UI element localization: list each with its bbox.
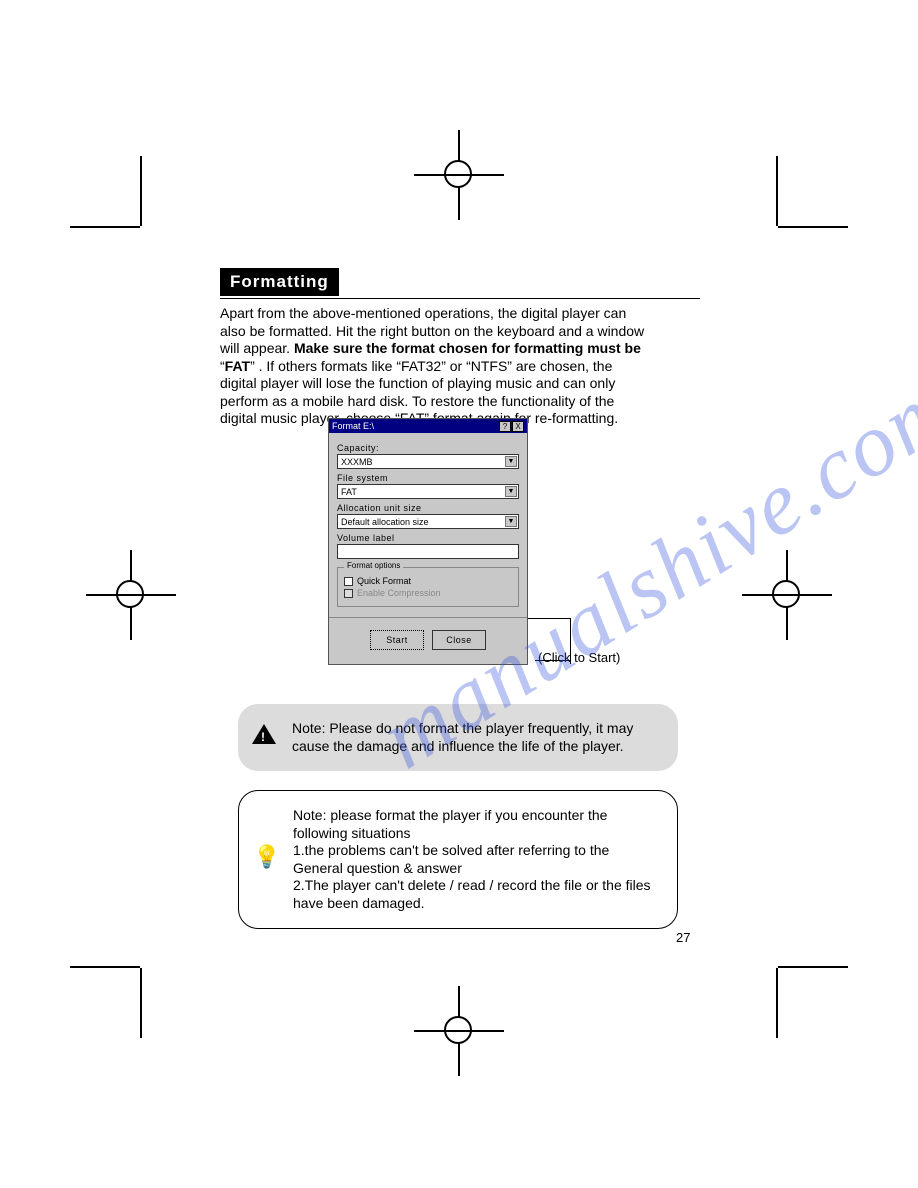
chevron-down-icon: ▼ <box>505 456 517 467</box>
dialog-body: Capacity: XXXMB ▼ File system FAT ▼ Allo… <box>329 433 527 664</box>
quick-format-row: Quick Format <box>344 576 512 586</box>
tip-note-box: 💡 Note: please format the player if you … <box>238 790 678 929</box>
dialog-title: Format E:\ <box>332 421 374 431</box>
enable-compression-checkbox <box>344 589 353 598</box>
allocation-value: Default allocation size <box>341 517 429 527</box>
enable-compression-label: Enable Compression <box>357 588 441 598</box>
capacity-label: Capacity: <box>337 443 519 453</box>
format-dialog: Format E:\ ? X Capacity: XXXMB ▼ File sy… <box>328 418 528 665</box>
tip-text-line: 2.The player can't delete / read / recor… <box>293 877 651 911</box>
warning-text: Note: Please do not format the player fr… <box>292 720 633 754</box>
titlebar-buttons: ? X <box>498 421 524 432</box>
dialog-button-row: Start Close <box>329 617 527 664</box>
allocation-select[interactable]: Default allocation size ▼ <box>337 514 519 529</box>
para-text: ” . If others formats like “FAT32” or “N… <box>250 358 612 374</box>
registration-mark-left <box>86 550 176 640</box>
close-button[interactable]: X <box>512 421 524 432</box>
quick-format-label: Quick Format <box>357 576 411 586</box>
dialog-titlebar: Format E:\ ? X <box>329 419 527 433</box>
chevron-down-icon: ▼ <box>505 516 517 527</box>
enable-compression-row: Enable Compression <box>344 588 512 598</box>
close-dialog-button[interactable]: Close <box>432 630 486 650</box>
para-text: will appear. <box>220 340 294 356</box>
heading-rule <box>220 298 700 299</box>
para-bold: FAT <box>225 358 250 374</box>
para-text: Apart from the above-mentioned operation… <box>220 305 626 321</box>
volume-label-input[interactable] <box>337 544 519 559</box>
para-text: digital player will lose the function of… <box>220 375 615 391</box>
tip-text-line: 1.the problems can't be solved after ref… <box>293 842 609 876</box>
volume-label-label: Volume label <box>337 533 519 543</box>
registration-mark-bottom <box>414 986 504 1076</box>
registration-mark-top <box>414 130 504 220</box>
warning-note-box: ! Note: Please do not format the player … <box>238 704 678 771</box>
chevron-down-icon: ▼ <box>505 486 517 497</box>
help-button[interactable]: ? <box>499 421 511 432</box>
registration-mark-right <box>742 550 832 640</box>
page-content: Formatting Apart from the above-mentione… <box>220 268 700 428</box>
warning-icon: ! <box>252 724 280 752</box>
para-text: perform as a mobile hard disk. To restor… <box>220 393 614 409</box>
para-bold: Make sure the format chosen for formatti… <box>294 340 641 356</box>
format-options-fieldset: Format options Quick Format Enable Compr… <box>337 567 519 607</box>
intro-paragraph: Apart from the above-mentioned operation… <box>220 305 700 428</box>
filesystem-select[interactable]: FAT ▼ <box>337 484 519 499</box>
section-heading: Formatting <box>220 268 339 296</box>
para-text: also be formatted. Hit the right button … <box>220 323 644 339</box>
capacity-value: XXXMB <box>341 457 373 467</box>
page-number: 27 <box>676 930 690 945</box>
lightbulb-icon: 💡 <box>253 846 281 874</box>
quick-format-checkbox[interactable] <box>344 577 353 586</box>
tip-text-line: Note: please format the player if you en… <box>293 807 607 841</box>
callout-label: (Click to Start) <box>538 650 620 665</box>
allocation-label: Allocation unit size <box>337 503 519 513</box>
start-button[interactable]: Start <box>370 630 424 650</box>
filesystem-label: File system <box>337 473 519 483</box>
filesystem-value: FAT <box>341 487 357 497</box>
capacity-select[interactable]: XXXMB ▼ <box>337 454 519 469</box>
format-options-legend: Format options <box>344 561 403 570</box>
